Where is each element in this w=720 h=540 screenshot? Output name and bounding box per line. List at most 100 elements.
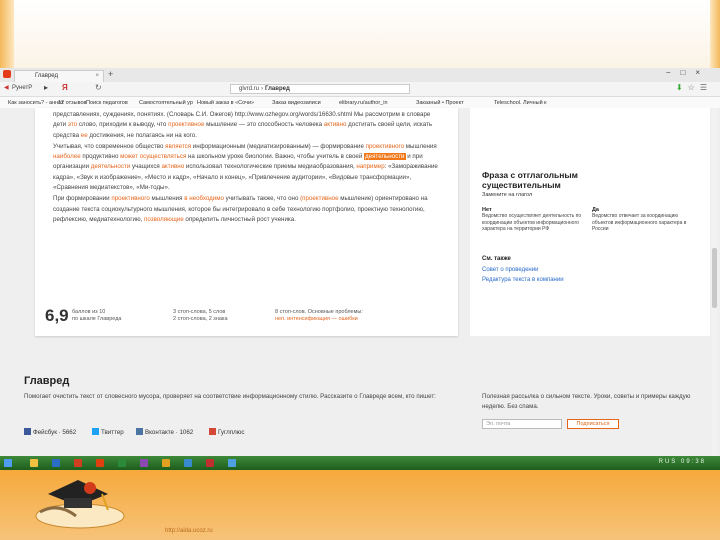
highlighted-stop-word[interactable]: проективного xyxy=(111,195,149,202)
text-fragment: учащихся xyxy=(130,163,162,171)
highlighted-stop-word[interactable]: активно xyxy=(324,121,347,128)
text-fragment: на школьном уроке биологии. Важно, чтобы… xyxy=(186,153,365,161)
start-icon[interactable] xyxy=(4,459,12,467)
taskbar: RUS 09:38 xyxy=(0,456,720,470)
text-fragment: достижения, не полагаясь ни на кого. xyxy=(87,131,197,139)
tab-title: Главред xyxy=(35,73,58,79)
highlighted-stop-word[interactable]: активно xyxy=(161,163,184,170)
explorer-icon[interactable] xyxy=(30,459,38,467)
highlighted-stop-word[interactable]: наиболее xyxy=(53,153,81,160)
score-note-line: баллов из 10 xyxy=(72,309,106,315)
scrollbar[interactable] xyxy=(712,108,717,468)
yandex-browser-icon[interactable] xyxy=(96,459,104,467)
vk-icon xyxy=(136,428,143,435)
bookmark-item[interactable]: Заказный • Проект xyxy=(416,100,464,106)
hint-good-body: Ведомство отвечает за координацию объект… xyxy=(592,213,687,232)
highlighted-stop-word[interactable]: (проективное xyxy=(300,195,338,202)
share-label: Гуглплюс xyxy=(218,429,245,436)
googleplus-icon xyxy=(209,428,216,435)
analyzed-text[interactable]: представлениях, суждениях, понятиях. (Сл… xyxy=(53,110,438,226)
app-icon[interactable] xyxy=(162,459,170,467)
bookmark-item[interactable]: Самостоятельный ур xyxy=(139,100,193,106)
score-note-line: 8 стоп-слов. Основные проблемы: xyxy=(275,309,363,315)
see-also-link[interactable]: Редактура текста в компании xyxy=(482,277,564,283)
email-field[interactable]: Эл. почта xyxy=(482,419,562,429)
back-arrow-icon[interactable]: ◀ xyxy=(4,84,9,91)
yandex-y-icon[interactable]: Я xyxy=(62,83,68,92)
graduation-cap-decoration xyxy=(35,480,125,529)
url-field[interactable]: glvrd.ru › Главред xyxy=(230,84,410,94)
scrollbar-thumb[interactable] xyxy=(712,248,717,308)
app-icon[interactable] xyxy=(184,459,192,467)
app-icon[interactable] xyxy=(228,459,236,467)
tab-bar: Главред × + −□× xyxy=(0,68,720,82)
toolbar-icons[interactable]: ⬇☆☰ xyxy=(676,83,712,92)
bookmark-item[interactable]: Новый заказ в «Сочи» xyxy=(197,100,254,106)
footer-description: Помогает очистить текст от словесного му… xyxy=(24,393,436,400)
text-editor-card: представлениях, суждениях, понятиях. (Сл… xyxy=(35,108,458,336)
hint-sidebar: Фраза с отглагольным существительным Зам… xyxy=(470,108,710,336)
language-indicator[interactable]: RUS xyxy=(659,459,678,465)
slide-header-area xyxy=(0,0,720,68)
share-facebook[interactable]: Фейсбук · 5662 xyxy=(24,428,76,436)
text-fragment: мышления xyxy=(404,142,437,150)
text-fragment: слово, приходим к выводу, что xyxy=(77,121,169,129)
share-label: Вконтакте · 1062 xyxy=(145,429,194,436)
tab-close-icon[interactable]: × xyxy=(95,71,99,82)
highlighted-stop-word[interactable]: деятельности xyxy=(91,163,130,170)
word-icon[interactable] xyxy=(52,459,60,467)
highlighted-stop-word[interactable]: ее xyxy=(81,132,88,139)
hint-title: Фраза с отглагольным существительным xyxy=(482,170,578,190)
bookmark-item[interactable]: 12 отзывов xyxy=(58,100,86,106)
text-paragraph: При формировании проективного мышления в… xyxy=(53,194,438,225)
see-also-link[interactable]: Совет о проведении xyxy=(482,267,538,273)
yandex-logo-icon[interactable] xyxy=(3,70,11,78)
window-controls[interactable]: −□× xyxy=(666,68,710,77)
app-icon[interactable] xyxy=(206,459,214,467)
highlighted-stop-word[interactable]: может осуществляться xyxy=(120,153,186,160)
new-tab-icon[interactable]: + xyxy=(108,69,113,79)
highlighted-stop-word[interactable]: например xyxy=(356,163,384,170)
browser-window: Главред × + −□× ◀ РунетР ▸ Я ↻ glvrd.ru ›… xyxy=(0,68,720,470)
subscribe-button[interactable]: Подписаться xyxy=(567,419,619,429)
score-note-line: по шкале Главреда xyxy=(72,316,122,322)
excel-icon[interactable] xyxy=(118,459,126,467)
hint-bad-example: Нет Ведомство осуществляет деятельность … xyxy=(482,207,582,232)
app-icon[interactable] xyxy=(140,459,148,467)
score-note: баллов из 10 по шкале Главреда xyxy=(72,309,121,323)
share-googleplus[interactable]: Гуглплюс xyxy=(209,428,244,436)
see-also-heading: См. также xyxy=(482,256,511,262)
text-fragment: определить личностный рост ученика. xyxy=(183,215,296,223)
url-page-title: Главред xyxy=(265,86,290,92)
tab-glavred[interactable]: Главред × xyxy=(14,70,104,82)
bookmark-item[interactable]: elibrary.ru/author_in xyxy=(339,100,388,106)
score-note-line: 3 стоп-слова, 5 слов xyxy=(173,309,226,315)
bookmark-item[interactable]: Teleschool. Личный к xyxy=(494,100,547,106)
newsletter-text: Полезная рассылка о сильном тексте. Урок… xyxy=(482,393,691,410)
text-fragment: Учитывая, что современное общество xyxy=(53,142,166,150)
highlighted-stop-word[interactable]: это xyxy=(68,121,77,128)
text-fragment: использовал технологические приемы медиа… xyxy=(184,163,357,171)
highlighted-stop-word[interactable]: проективное xyxy=(168,121,204,128)
highlighted-stop-word[interactable]: позволяющие xyxy=(144,216,184,223)
text-fragment: информационным (медиатизированным) — фор… xyxy=(191,142,366,150)
tray-area: RUS 09:38 xyxy=(659,459,706,465)
bookmark-item[interactable]: Поиск педагогов xyxy=(86,100,128,106)
reload-icon[interactable]: ↻ xyxy=(95,83,102,92)
forward-arrow-icon[interactable]: ▸ xyxy=(44,83,48,92)
share-label: Твиттер xyxy=(101,429,124,436)
share-label: Фейсбук · 5662 xyxy=(33,429,77,436)
share-vkontakte[interactable]: Вконтакте · 1062 xyxy=(136,428,193,436)
bookmark-item[interactable]: Заказ видеозаписи xyxy=(272,100,321,106)
highlighted-stop-word[interactable]: является xyxy=(165,143,191,150)
selected-stop-word[interactable]: деятельности xyxy=(364,153,406,161)
highlighted-stop-word[interactable]: проективного xyxy=(366,143,404,150)
url-host: glvrd.ru xyxy=(239,86,260,92)
twitter-icon xyxy=(92,428,99,435)
address-bar: ◀ РунетР ▸ Я ↻ glvrd.ru › Главред ⬇☆☰ xyxy=(0,82,720,97)
share-twitter[interactable]: Твиттер xyxy=(92,428,124,436)
highlighted-stop-word[interactable]: необходимо xyxy=(189,195,224,202)
powerpoint-icon[interactable] xyxy=(74,459,82,467)
bookmark-item[interactable]: Как заносить? - аннот xyxy=(8,100,64,106)
back-label[interactable]: РунетР xyxy=(12,85,32,91)
